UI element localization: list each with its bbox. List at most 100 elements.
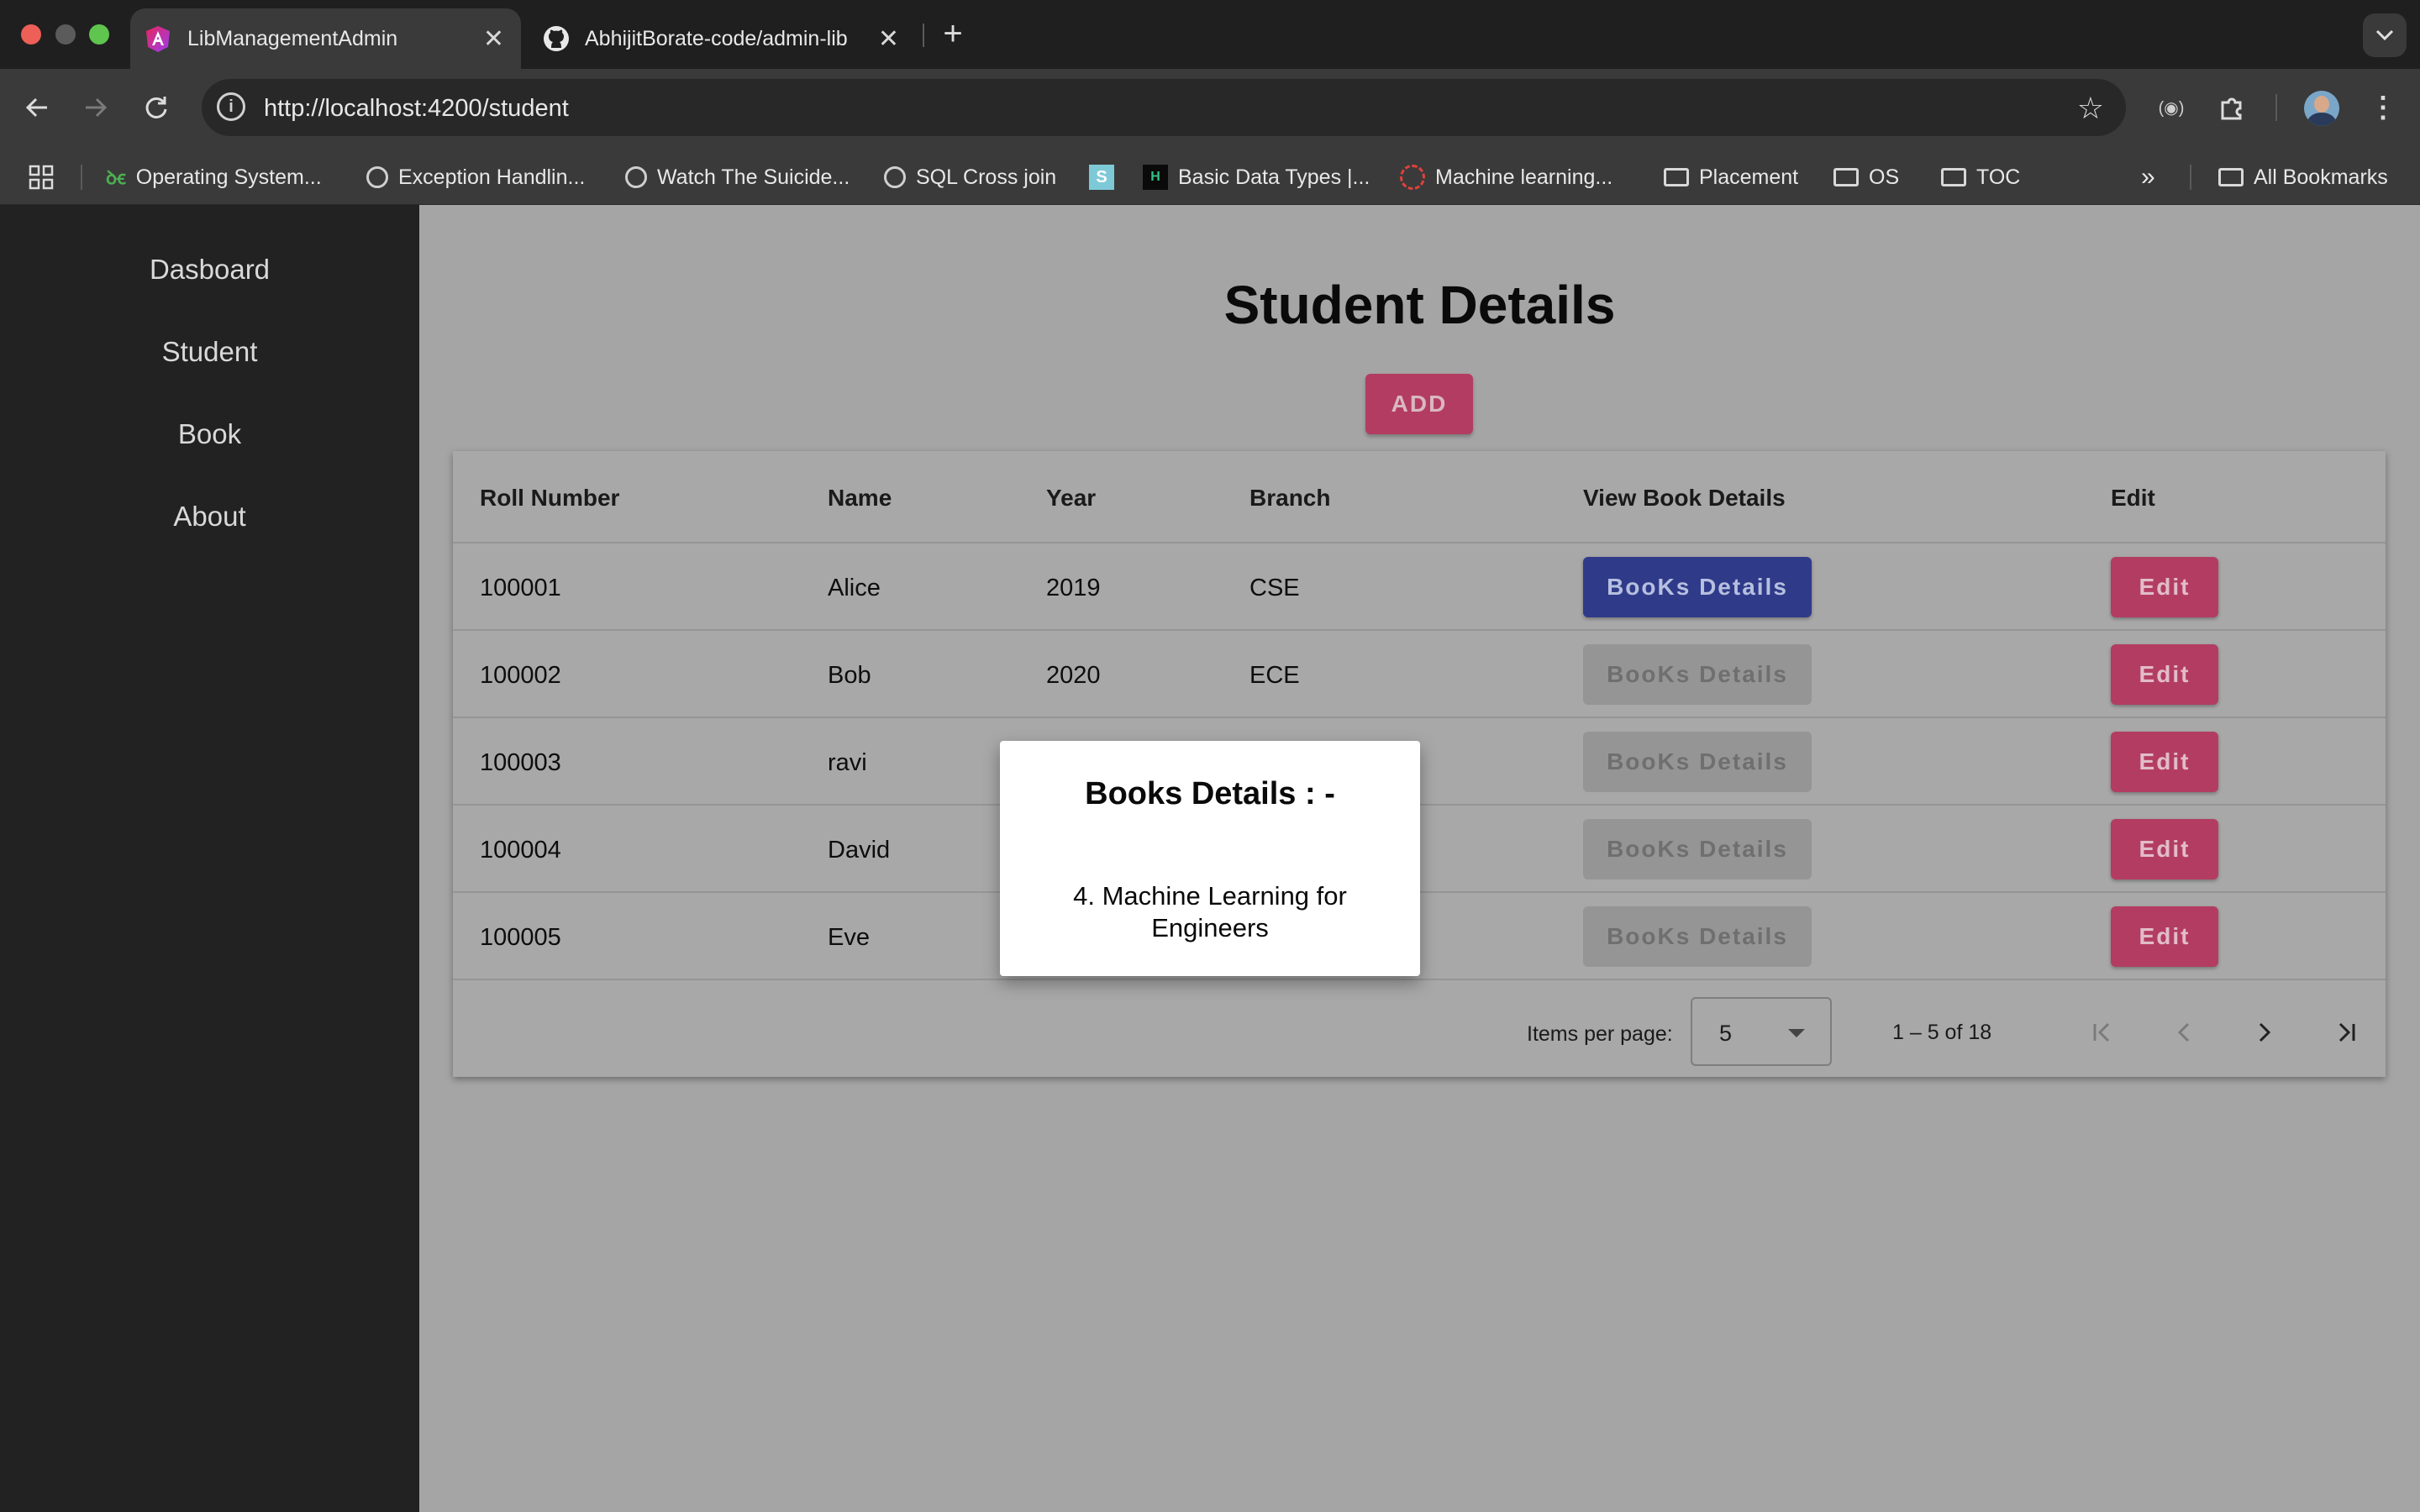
- ring-icon: [1400, 165, 1425, 190]
- cell-name: ravi: [828, 749, 867, 776]
- sidebar-item-about[interactable]: About: [0, 501, 419, 533]
- tab-libmanagementadmin[interactable]: LibManagementAdmin ✕: [130, 8, 521, 69]
- chevron-left-icon: [2177, 1022, 2190, 1042]
- bookmark-star-icon[interactable]: ☆: [2077, 91, 2104, 126]
- folder-icon: [1664, 168, 1689, 186]
- header-name[interactable]: Name: [828, 485, 892, 512]
- more-bookmarks-button[interactable]: »: [2141, 163, 2155, 192]
- cell-roll: 100001: [480, 575, 561, 601]
- cell-name: Bob: [828, 662, 871, 689]
- dialog-book-entry: 4. Machine Learning for Engineers: [1073, 881, 1347, 942]
- angular-icon: [146, 26, 170, 52]
- site-info-icon[interactable]: i: [217, 92, 245, 121]
- bookmark-label: Basic Data Types |...: [1178, 165, 1370, 189]
- books-details-button[interactable]: BooKs Details: [1583, 557, 1812, 617]
- back-arrow-icon: [25, 97, 47, 118]
- bookmark-label: SQL Cross join: [916, 165, 1057, 189]
- all-bookmarks-label: All Bookmarks: [2254, 165, 2388, 189]
- tab-search-button[interactable]: [2363, 13, 2407, 57]
- page-size-select[interactable]: 5: [1691, 997, 1832, 1066]
- edit-button[interactable]: Edit: [2111, 819, 2218, 879]
- bookmark-sql-cross-join[interactable]: SQL Cross join: [884, 163, 1056, 192]
- sidebar-item-student[interactable]: Student: [0, 336, 419, 368]
- books-details-button[interactable]: BooKs Details: [1583, 644, 1812, 705]
- first-page-button[interactable]: [2086, 1016, 2120, 1049]
- sidebar-item-book[interactable]: Book: [0, 418, 419, 450]
- sidebar-item-dashboard[interactable]: Dasboard: [0, 254, 419, 286]
- globe-icon: [625, 166, 647, 188]
- books-details-button[interactable]: BooKs Details: [1583, 732, 1812, 792]
- books-details-button[interactable]: BooKs Details: [1583, 906, 1812, 967]
- table-header-row: Roll Number Name Year Branch View Book D…: [453, 451, 2386, 543]
- reload-button[interactable]: [138, 89, 175, 126]
- last-page-icon: [2338, 1022, 2355, 1042]
- tab-github[interactable]: AbhijitBorate-code/admin-lib ✕: [529, 8, 916, 69]
- bookmark-machine-learning[interactable]: Machine learning...: [1400, 163, 1612, 192]
- bookmark-label: Exception Handlin...: [398, 165, 586, 189]
- paginator: Items per page: 5 1 – 5 of 18: [453, 997, 2386, 1077]
- bookmark-label: Placement: [1699, 165, 1799, 189]
- books-details-button[interactable]: BooKs Details: [1583, 819, 1812, 879]
- tab-title: AbhijitBorate-code/admin-lib: [585, 26, 848, 50]
- zoom-window-button[interactable]: [89, 24, 109, 45]
- back-button[interactable]: [18, 89, 55, 126]
- bookmark-folder-toc[interactable]: TOC: [1941, 163, 2020, 192]
- menu-kebab-icon[interactable]: ⋮: [2365, 89, 2402, 126]
- edit-button[interactable]: Edit: [2111, 906, 2218, 967]
- cell-name: Eve: [828, 924, 870, 951]
- bookmark-label: Machine learning...: [1435, 165, 1613, 189]
- previous-page-button[interactable]: [2167, 1016, 2201, 1049]
- edit-button[interactable]: Edit: [2111, 732, 2218, 792]
- cell-branch: CSE: [1249, 575, 1300, 601]
- bookmark-exception-handling[interactable]: Exception Handlin...: [366, 163, 585, 192]
- header-year[interactable]: Year: [1046, 485, 1096, 512]
- address-bar[interactable]: i http://localhost:4200/student ☆: [202, 79, 2126, 136]
- dialog-title: Books Details : -: [1085, 776, 1335, 811]
- tab-close-icon[interactable]: ✕: [483, 24, 504, 54]
- bookmark-s[interactable]: S: [1089, 163, 1114, 192]
- add-student-button[interactable]: ADD: [1365, 374, 1473, 434]
- minimize-window-button[interactable]: [55, 24, 76, 45]
- bookmark-folder-placement[interactable]: Placement: [1664, 163, 1798, 192]
- bookmark-operating-system[interactable]: ꝺꞓ Operating System...: [106, 163, 322, 192]
- last-page-button[interactable]: [2328, 1016, 2362, 1049]
- bookmark-basic-data-types[interactable]: H Basic Data Types |...: [1143, 163, 1370, 192]
- new-tab-button[interactable]: +: [934, 15, 971, 52]
- edit-button[interactable]: Edit: [2111, 557, 2218, 617]
- close-window-button[interactable]: [21, 24, 41, 45]
- bookmark-folder-os[interactable]: OS: [1833, 163, 1899, 192]
- browser-toolbar: i http://localhost:4200/student ☆ (◉) ⋮: [0, 69, 2420, 146]
- cell-branch: ECE: [1249, 662, 1300, 689]
- next-page-button[interactable]: [2248, 1016, 2281, 1049]
- extensions-puzzle-button[interactable]: [2213, 89, 2250, 126]
- bookmarks-divider: [81, 165, 82, 190]
- table-row: 100002 Bob 2020 ECE BooKs Details Edit: [453, 631, 2386, 718]
- page-range-label: 1 – 5 of 18: [1892, 1021, 1992, 1044]
- bookmark-watch-the-suicide[interactable]: Watch The Suicide...: [625, 163, 850, 192]
- edit-button[interactable]: Edit: [2111, 644, 2218, 705]
- tab-close-icon[interactable]: ✕: [878, 24, 899, 54]
- books-details-dialog: Books Details : - 4. Machine Learning fo…: [1000, 741, 1420, 976]
- extension-icon[interactable]: (◉): [2153, 89, 2190, 126]
- header-view-book-details: View Book Details: [1583, 485, 1786, 511]
- globe-icon: [884, 166, 906, 188]
- forward-button[interactable]: [77, 89, 114, 126]
- all-bookmarks-button[interactable]: All Bookmarks: [2218, 163, 2388, 192]
- header-branch[interactable]: Branch: [1249, 485, 1330, 512]
- chevron-right-icon: [2259, 1022, 2271, 1042]
- tab-title: LibManagementAdmin: [187, 26, 398, 50]
- reload-icon: [145, 97, 167, 118]
- header-roll-number[interactable]: Roll Number: [480, 485, 619, 512]
- bookmark-label: Watch The Suicide...: [657, 165, 850, 189]
- apps-grid-icon: [29, 165, 54, 190]
- github-icon: [544, 26, 569, 51]
- forward-arrow-icon: [86, 97, 108, 118]
- cell-roll: 100005: [480, 924, 561, 951]
- profile-avatar[interactable]: [2304, 91, 2339, 126]
- cell-name: Alice: [828, 575, 881, 601]
- apps-grid-button[interactable]: [29, 163, 54, 192]
- dropdown-caret-icon: [1788, 1029, 1805, 1037]
- url-text[interactable]: http://localhost:4200/student: [264, 95, 569, 123]
- cell-year: 2019: [1046, 575, 1101, 601]
- toolbar-divider: [2275, 94, 2277, 121]
